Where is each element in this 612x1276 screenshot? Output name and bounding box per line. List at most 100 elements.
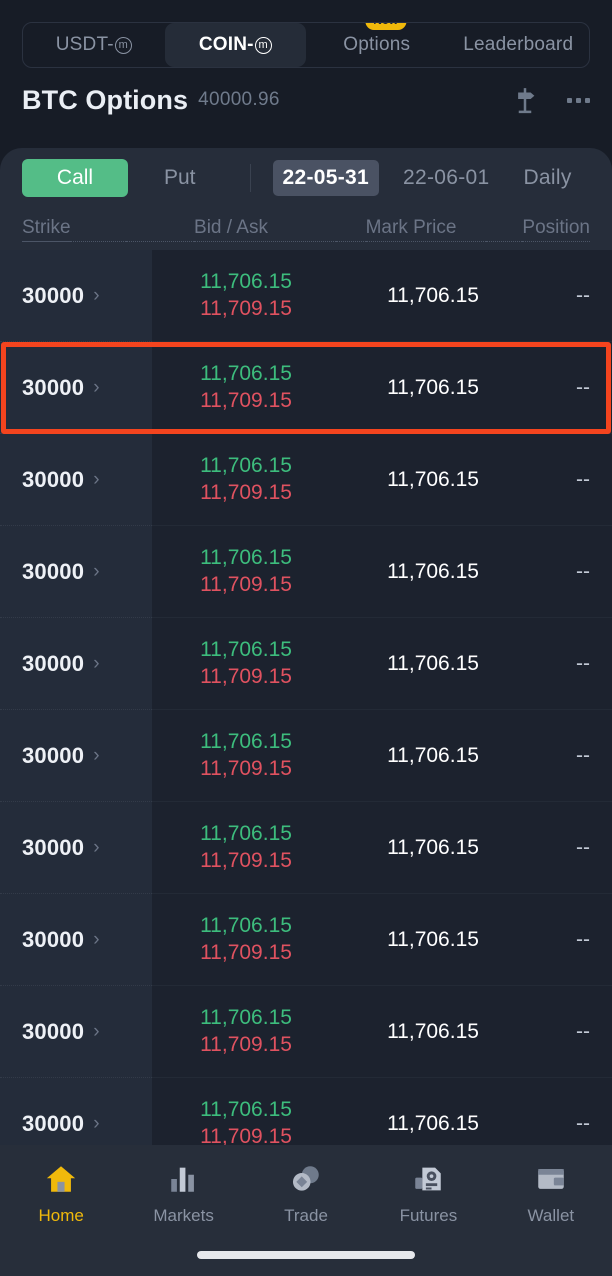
product-tab-usdt[interactable]: USDT-m (23, 23, 165, 67)
table-row[interactable]: 30000 › 11,706.15 11,709.15 11,706.15 -- (0, 894, 612, 986)
strike-cell[interactable]: 30000 › (0, 526, 152, 618)
strike-cell[interactable]: 30000 › (0, 894, 152, 986)
nav-item-label: Markets (153, 1206, 214, 1225)
expiry-date-group[interactable]: 22-05-31 22-06-01 Daily (272, 160, 572, 196)
expiry-option-0[interactable]: 22-05-31 (272, 160, 379, 196)
bid-value: 11,706.15 (200, 453, 292, 477)
position-value: -- (576, 283, 590, 307)
bid-ask-cell[interactable]: 11,706.15 11,709.15 (134, 545, 358, 599)
filter-divider (249, 164, 251, 192)
row-values: 11,706.15 11,709.15 11,706.15 -- (152, 986, 612, 1078)
bid-ask-cell[interactable]: 11,706.15 11,709.15 (134, 1005, 358, 1059)
index-price: 40000.96 (198, 89, 280, 110)
strike-cell[interactable]: 30000 › (0, 434, 152, 526)
position-value: -- (576, 375, 590, 399)
strike-cell[interactable]: 30000 › (0, 802, 152, 894)
table-row[interactable]: 30000 › 11,706.15 11,709.15 11,706.15 -- (0, 526, 612, 618)
page-title: BTC Options (22, 84, 189, 115)
table-row[interactable]: 30000 › 11,706.15 11,709.15 11,706.15 -- (0, 618, 612, 710)
page-header: BTC Options 40000.96 (0, 68, 612, 116)
strike-cell[interactable]: 30000 › (0, 618, 152, 710)
chevron-right-icon: › (93, 468, 100, 490)
bid-ask-cell[interactable]: 11,706.15 11,709.15 (134, 361, 358, 415)
mark-price-value: 11,706.15 (387, 559, 479, 583)
table-row[interactable]: 30000 › 11,706.15 11,709.15 11,706.15 -- (0, 710, 612, 802)
position-value: -- (576, 559, 590, 583)
product-tab-label: COIN- (198, 34, 254, 55)
column-header-bid-ask-label: Bid / Ask (194, 217, 268, 242)
more-icon[interactable] (560, 85, 590, 115)
bid-value: 11,706.15 (200, 913, 292, 937)
chevron-right-icon: › (93, 284, 100, 306)
table-row[interactable]: 30000 › 11,706.15 11,709.15 11,706.15 -- (0, 434, 612, 526)
ask-value: 11,709.15 (200, 756, 292, 780)
options-table[interactable]: 30000 › 11,706.15 11,709.15 11,706.15 -- 30000… (0, 250, 612, 1276)
bid-ask-cell[interactable]: 11,706.15 11,709.15 (134, 269, 358, 323)
bid-ask-cell[interactable]: 11,706.15 11,709.15 (134, 821, 358, 875)
column-header-mark-price[interactable]: Mark Price (336, 217, 486, 242)
strike-value: 30000 (22, 558, 85, 584)
chevron-right-icon: › (93, 560, 100, 582)
position-value: -- (576, 835, 590, 859)
signpost-icon[interactable] (510, 85, 540, 115)
nav-item-home[interactable]: Home (0, 1159, 122, 1226)
nav-item-futures[interactable]: Futures (367, 1159, 489, 1226)
trade-icon (286, 1159, 326, 1199)
mark-price-value: 11,706.15 (387, 927, 479, 951)
row-values: 11,706.15 11,709.15 11,706.15 -- (152, 342, 612, 434)
product-tab-label: Leaderboard (463, 34, 574, 55)
call-filter-button[interactable]: Call (22, 159, 128, 197)
bid-ask-cell[interactable]: 11,706.15 11,709.15 (134, 1097, 358, 1151)
bid-value: 11,706.15 (200, 1005, 292, 1029)
ask-value: 11,709.15 (200, 388, 292, 412)
product-tab-coin[interactable]: COIN-m (164, 23, 306, 67)
strike-cell[interactable]: 30000 › (0, 986, 152, 1078)
expiry-option-2[interactable]: Daily (513, 160, 571, 196)
row-values: 11,706.15 11,709.15 11,706.15 -- (152, 526, 612, 618)
table-row[interactable]: 30000 › 11,706.15 11,709.15 11,706.15 -- (0, 250, 612, 342)
nav-item-label: Trade (284, 1206, 328, 1225)
strike-cell[interactable]: 30000 › (0, 250, 152, 342)
column-header-position[interactable]: Position (486, 217, 590, 242)
mark-price-value: 11,706.15 (387, 1019, 479, 1043)
product-tab-group[interactable]: USDT-mCOIN-mNewOptionsLeaderboard (22, 22, 590, 68)
strike-value: 30000 (22, 374, 85, 400)
table-row[interactable]: 30000 › 11,706.15 11,709.15 11,706.15 -- (0, 986, 612, 1078)
bid-ask-cell[interactable]: 11,706.15 11,709.15 (134, 453, 358, 507)
row-values: 11,706.15 11,709.15 11,706.15 -- (152, 802, 612, 894)
bid-value: 11,706.15 (200, 821, 292, 845)
table-row[interactable]: 30000 › 11,706.15 11,709.15 11,706.15 -- (0, 802, 612, 894)
margin-symbol-icon: m (114, 36, 132, 54)
more-dot-3 (585, 97, 590, 103)
put-filter-button[interactable]: Put (142, 159, 218, 197)
bid-ask-cell[interactable]: 11,706.15 11,709.15 (134, 637, 358, 691)
expiry-option-1[interactable]: 22-06-01 (393, 160, 499, 196)
product-tab-leaderboard[interactable]: Leaderboard (448, 23, 590, 67)
bid-ask-cell[interactable]: 11,706.15 11,709.15 (134, 729, 358, 783)
nav-item-trade[interactable]: Trade (245, 1159, 367, 1226)
strike-cell[interactable]: 30000 › (0, 710, 152, 802)
position-value: -- (576, 1019, 590, 1043)
mark-price-value: 11,706.15 (387, 283, 479, 307)
product-tab-options[interactable]: New Options (306, 23, 448, 67)
more-dot-1 (567, 97, 572, 103)
product-tab-label: Options (343, 34, 411, 55)
row-values: 11,706.15 11,709.15 11,706.15 -- (152, 250, 612, 342)
strike-value: 30000 (22, 1018, 85, 1044)
row-values: 11,706.15 11,709.15 11,706.15 -- (152, 894, 612, 986)
margin-symbol-icon: m (254, 36, 272, 54)
table-row[interactable]: 30000 › 11,706.15 11,709.15 11,706.15 -- (0, 342, 612, 434)
ask-value: 11,709.15 (200, 296, 292, 320)
ask-value: 11,709.15 (200, 480, 292, 504)
top-tab-bar: USDT-mCOIN-mNewOptionsLeaderboard (0, 0, 612, 68)
nav-item-wallet[interactable]: Wallet (490, 1159, 612, 1226)
column-header-bid-ask[interactable]: Bid / Ask (126, 217, 336, 242)
column-header-position-label: Position (522, 217, 590, 242)
position-value: -- (576, 927, 590, 951)
bid-value: 11,706.15 (200, 361, 292, 385)
strike-cell[interactable]: 30000 › (0, 342, 152, 434)
nav-item-markets[interactable]: Markets (122, 1159, 244, 1226)
home-indicator (197, 1251, 415, 1259)
ask-value: 11,709.15 (200, 1032, 292, 1056)
bid-ask-cell[interactable]: 11,706.15 11,709.15 (134, 913, 358, 967)
